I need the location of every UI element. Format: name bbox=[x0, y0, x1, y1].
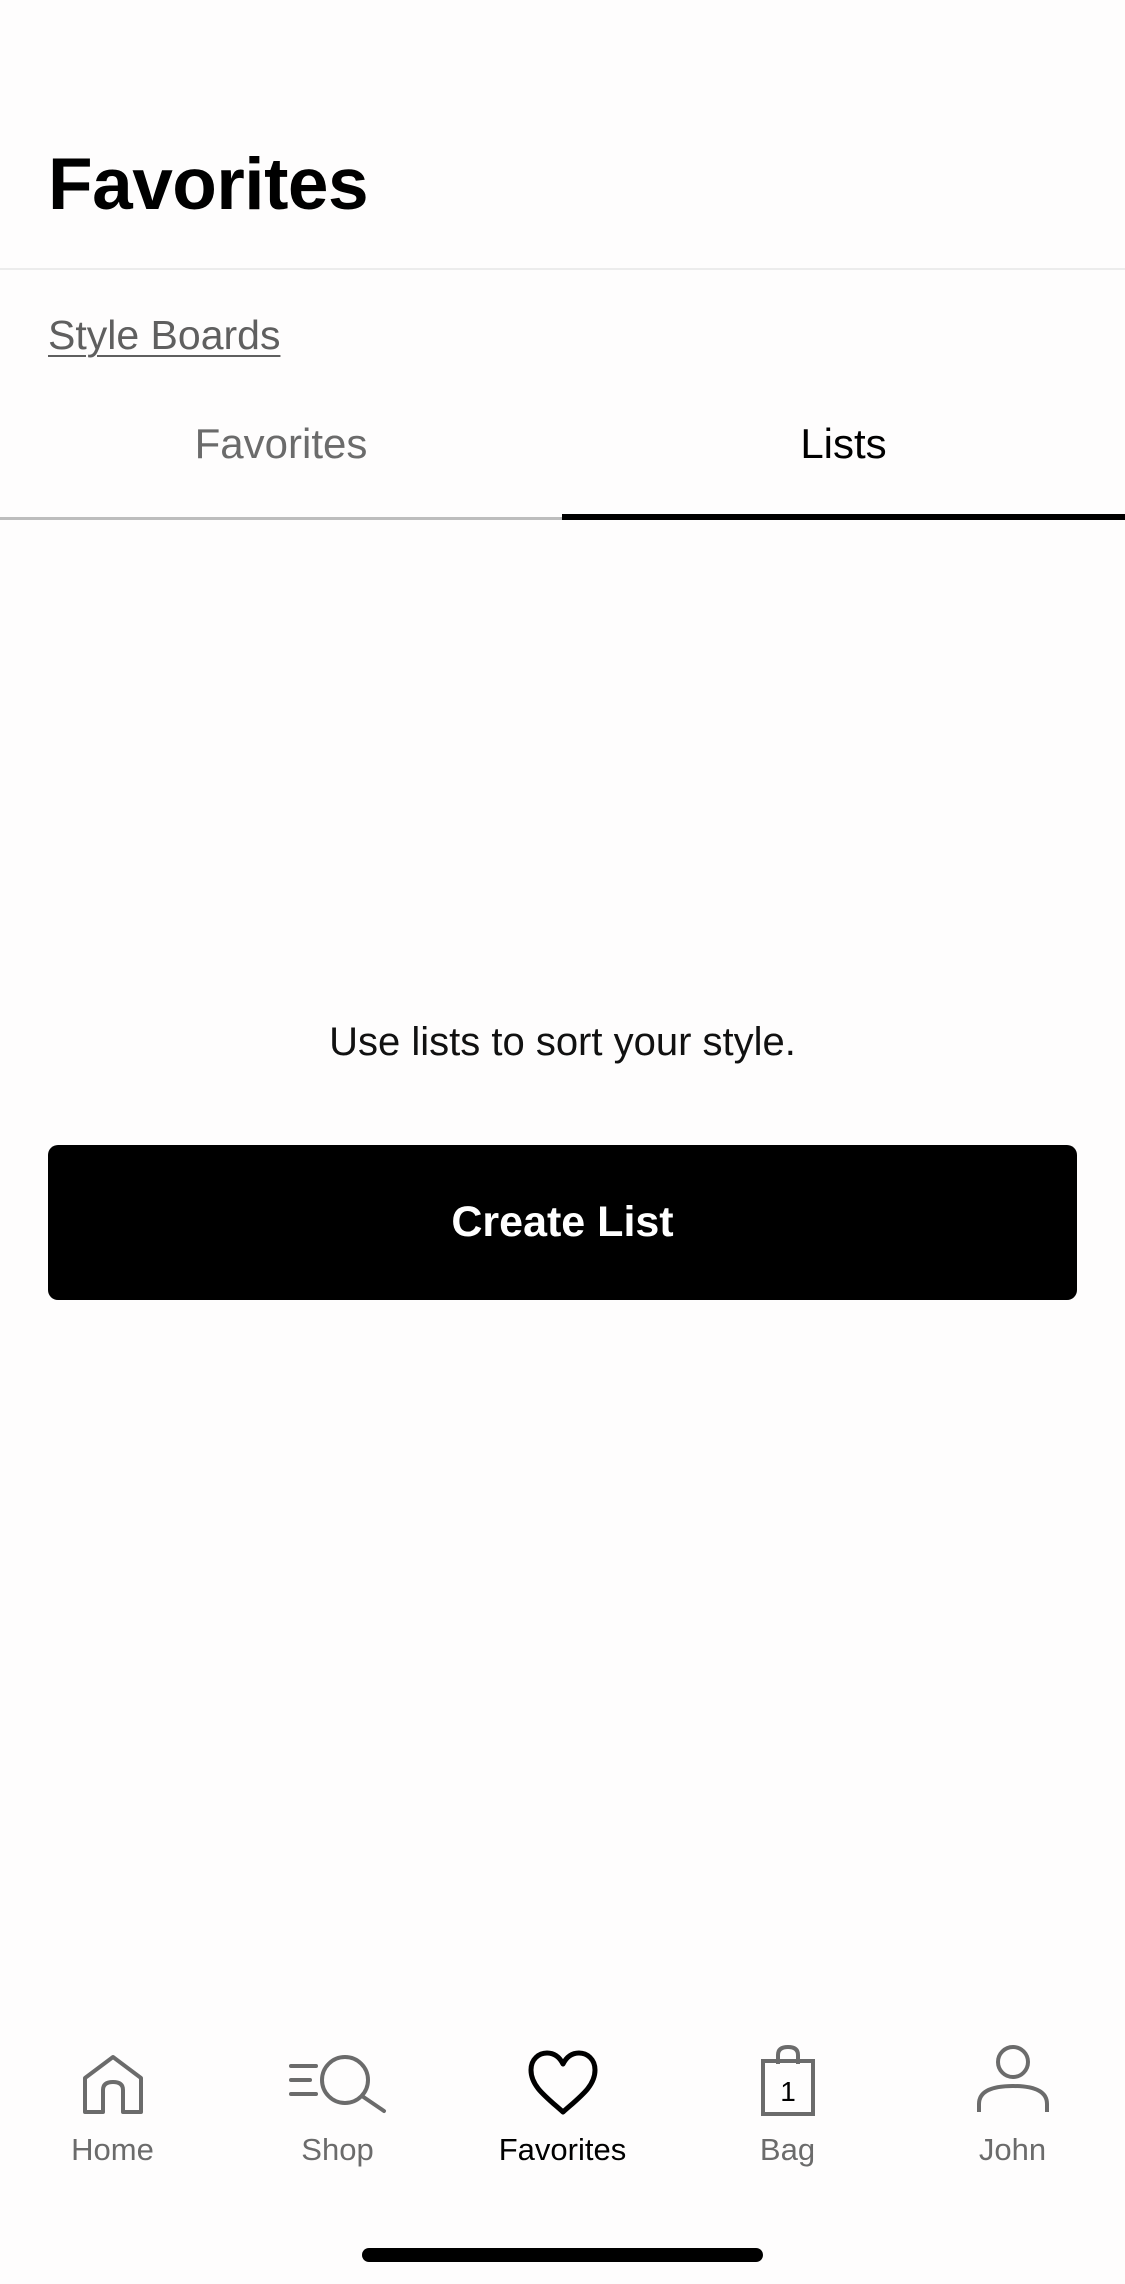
heart-icon bbox=[528, 2050, 597, 2115]
bottom-tab-bar: Home Shop Favorites 1 Bag John bbox=[0, 2040, 1125, 2210]
tabbar-item-favorites[interactable]: Favorites bbox=[450, 2040, 675, 2210]
tabbar-item-profile[interactable]: John bbox=[900, 2040, 1125, 2210]
person-icon bbox=[976, 2045, 1049, 2112]
home-indicator[interactable] bbox=[362, 2248, 763, 2262]
tab-lists[interactable]: Lists bbox=[562, 420, 1125, 520]
shopping-bag-icon: 1 bbox=[760, 2044, 815, 2116]
search-icon bbox=[288, 2055, 386, 2113]
segment-tabs: Favorites Lists bbox=[0, 420, 1125, 520]
tabbar-item-bag[interactable]: 1 Bag bbox=[675, 2040, 900, 2210]
page-title: Favorites bbox=[48, 144, 369, 225]
favorites-screen: Favorites Style Boards Favorites Lists U… bbox=[0, 0, 1125, 2284]
bag-count-badge: 1 bbox=[780, 2076, 796, 2107]
tabbar-label-shop: Shop bbox=[301, 2132, 374, 2167]
tabbar-item-shop[interactable]: Shop bbox=[225, 2040, 450, 2210]
tabbar-label-profile: John bbox=[978, 2132, 1047, 2167]
tabbar-label-bag: Bag bbox=[759, 2132, 816, 2167]
tabbar-label-favorites: Favorites bbox=[498, 2132, 627, 2167]
tab-favorites[interactable]: Favorites bbox=[0, 420, 562, 520]
create-list-button[interactable]: Create List bbox=[48, 1145, 1077, 1300]
divider bbox=[0, 268, 1125, 270]
tabbar-item-home[interactable]: Home bbox=[0, 2040, 225, 2210]
home-icon bbox=[82, 2055, 143, 2114]
style-boards-link[interactable]: Style Boards bbox=[48, 312, 280, 359]
tabbar-label-home: Home bbox=[71, 2132, 154, 2167]
empty-state-message: Use lists to sort your style. bbox=[329, 1020, 796, 1064]
